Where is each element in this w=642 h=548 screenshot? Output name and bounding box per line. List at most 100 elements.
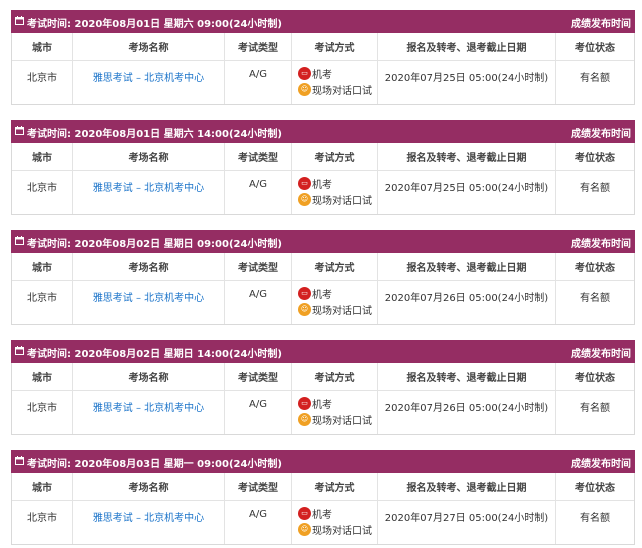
table-header-row: 城市 考场名称 考试类型 考试方式 报名及转考、退考截止日期 考位状态: [12, 33, 634, 61]
method-computer-label: 机考: [312, 289, 332, 301]
col-venue: 考场名称: [73, 253, 225, 280]
col-venue: 考场名称: [73, 363, 225, 390]
method-speaking-label: 现场对话口试: [312, 85, 372, 97]
col-deadline: 报名及转考、退考截止日期: [378, 33, 556, 60]
method-speaking: ☺ 现场对话口试: [298, 521, 377, 537]
exam-time-title: 考试时间: 2020年08月03日 星期一 09:00(24小时制): [27, 459, 282, 470]
computer-icon: ▭: [298, 176, 311, 190]
deadline-cell: 2020年07月26日 05:00(24小时制): [378, 390, 556, 434]
speaking-icon: ☺: [298, 82, 311, 96]
col-type: 考试类型: [225, 33, 292, 60]
col-deadline: 报名及转考、退考截止日期: [378, 473, 556, 500]
venue-cell: 雅思考试 – 北京机考中心: [73, 390, 225, 434]
venue-link[interactable]: 雅思考试 – 北京机考中心: [93, 179, 204, 194]
table-header-row: 城市 考场名称 考试类型 考试方式 报名及转考、退考截止日期 考位状态: [12, 143, 634, 171]
col-status: 考位状态: [575, 483, 615, 494]
venue-cell: 雅思考试 – 北京机考中心: [73, 170, 225, 214]
calendar-icon: [15, 236, 24, 245]
score-release-label: 成绩发布时间: [571, 459, 631, 470]
col-venue: 考场名称: [73, 143, 225, 170]
type-cell: A/G: [225, 390, 292, 434]
status-cell: 有名额: [580, 513, 610, 524]
calendar-icon: [15, 346, 24, 355]
exam-block: 考试时间: 2020年08月01日 星期六 14:00(24小时制) 成绩发布时…: [11, 120, 635, 215]
method-speaking-label: 现场对话口试: [312, 305, 372, 317]
method-computer: ▭ 机考: [298, 395, 377, 411]
col-method: 考试方式: [292, 363, 378, 390]
speaking-icon: ☺: [298, 412, 311, 426]
col-city: 城市: [12, 143, 73, 170]
score-release-label: 成绩发布时间: [571, 239, 631, 250]
col-method: 考试方式: [292, 253, 378, 280]
exam-time-title: 考试时间: 2020年08月02日 星期日 14:00(24小时制): [27, 349, 282, 360]
exam-time-title: 考试时间: 2020年08月01日 星期六 14:00(24小时制): [27, 129, 282, 140]
method-speaking: ☺ 现场对话口试: [298, 411, 377, 427]
status-cell: 有名额: [580, 73, 610, 84]
col-method: 考试方式: [292, 143, 378, 170]
method-computer: ▭ 机考: [298, 285, 377, 301]
col-method: 考试方式: [292, 473, 378, 500]
exam-header: 考试时间: 2020年08月02日 星期日 09:00(24小时制) 成绩发布时…: [11, 230, 635, 253]
col-city: 城市: [12, 33, 73, 60]
calendar-icon: [15, 456, 24, 465]
col-venue: 考场名称: [73, 33, 225, 60]
computer-icon: ▭: [298, 286, 311, 300]
col-city: 城市: [12, 473, 73, 500]
speaking-icon: ☺: [298, 302, 311, 316]
table-row: 北京市 雅思考试 – 北京机考中心 A/G ▭ 机考 ☺ 现场对话口试 2020…: [12, 60, 634, 104]
venue-link[interactable]: 雅思考试 – 北京机考中心: [93, 69, 204, 84]
method-computer-label: 机考: [312, 69, 332, 81]
exam-block: 考试时间: 2020年08月02日 星期日 14:00(24小时制) 成绩发布时…: [11, 340, 635, 435]
method-speaking-label: 现场对话口试: [312, 415, 372, 427]
method-computer: ▭ 机考: [298, 505, 377, 521]
exam-block: 考试时间: 2020年08月01日 星期六 09:00(24小时制) 成绩发布时…: [11, 10, 635, 105]
score-release-label: 成绩发布时间: [571, 19, 631, 30]
table-header-row: 城市 考场名称 考试类型 考试方式 报名及转考、退考截止日期 考位状态: [12, 473, 634, 501]
col-city: 城市: [12, 363, 73, 390]
exam-header: 考试时间: 2020年08月01日 星期六 09:00(24小时制) 成绩发布时…: [11, 10, 635, 33]
method-cell: ▭ 机考 ☺ 现场对话口试: [292, 390, 378, 434]
venue-link[interactable]: 雅思考试 – 北京机考中心: [93, 289, 204, 304]
deadline-cell: 2020年07月25日 05:00(24小时制): [378, 170, 556, 214]
table-row: 北京市 雅思考试 – 北京机考中心 A/G ▭ 机考 ☺ 现场对话口试 2020…: [12, 280, 634, 324]
method-speaking-label: 现场对话口试: [312, 195, 372, 207]
col-deadline: 报名及转考、退考截止日期: [378, 253, 556, 280]
method-cell: ▭ 机考 ☺ 现场对话口试: [292, 60, 378, 104]
method-speaking: ☺ 现场对话口试: [298, 81, 377, 97]
speaking-icon: ☺: [298, 522, 311, 536]
venue-cell: 雅思考试 – 北京机考中心: [73, 280, 225, 324]
exam-header: 考试时间: 2020年08月03日 星期一 09:00(24小时制) 成绩发布时…: [11, 450, 635, 473]
venue-cell: 雅思考试 – 北京机考中心: [73, 60, 225, 104]
type-cell: A/G: [225, 60, 292, 104]
computer-icon: ▭: [298, 396, 311, 410]
status-cell: 有名额: [580, 293, 610, 304]
type-cell: A/G: [225, 170, 292, 214]
method-computer-label: 机考: [312, 179, 332, 191]
city-cell: 北京市: [12, 280, 73, 324]
method-computer-label: 机考: [312, 399, 332, 411]
score-release-label: 成绩发布时间: [571, 129, 631, 140]
venue-link[interactable]: 雅思考试 – 北京机考中心: [93, 509, 204, 524]
exam-block: 考试时间: 2020年08月02日 星期日 09:00(24小时制) 成绩发布时…: [11, 230, 635, 325]
type-cell: A/G: [225, 280, 292, 324]
col-status: 考位状态: [575, 153, 615, 164]
calendar-icon: [15, 126, 24, 135]
method-cell: ▭ 机考 ☺ 现场对话口试: [292, 280, 378, 324]
calendar-icon: [15, 16, 24, 25]
col-city: 城市: [12, 253, 73, 280]
table-row: 北京市 雅思考试 – 北京机考中心 A/G ▭ 机考 ☺ 现场对话口试 2020…: [12, 170, 634, 214]
exam-header: 考试时间: 2020年08月01日 星期六 14:00(24小时制) 成绩发布时…: [11, 120, 635, 143]
status-cell: 有名额: [580, 183, 610, 194]
table-header-row: 城市 考场名称 考试类型 考试方式 报名及转考、退考截止日期 考位状态: [12, 253, 634, 281]
venue-link[interactable]: 雅思考试 – 北京机考中心: [93, 399, 204, 414]
col-type: 考试类型: [225, 143, 292, 170]
deadline-cell: 2020年07月25日 05:00(24小时制): [378, 60, 556, 104]
computer-icon: ▭: [298, 506, 311, 520]
col-type: 考试类型: [225, 363, 292, 390]
venue-cell: 雅思考试 – 北京机考中心: [73, 500, 225, 544]
col-venue: 考场名称: [73, 473, 225, 500]
col-type: 考试类型: [225, 473, 292, 500]
exam-header: 考试时间: 2020年08月02日 星期日 14:00(24小时制) 成绩发布时…: [11, 340, 635, 363]
status-cell: 有名额: [580, 403, 610, 414]
col-status: 考位状态: [575, 263, 615, 274]
